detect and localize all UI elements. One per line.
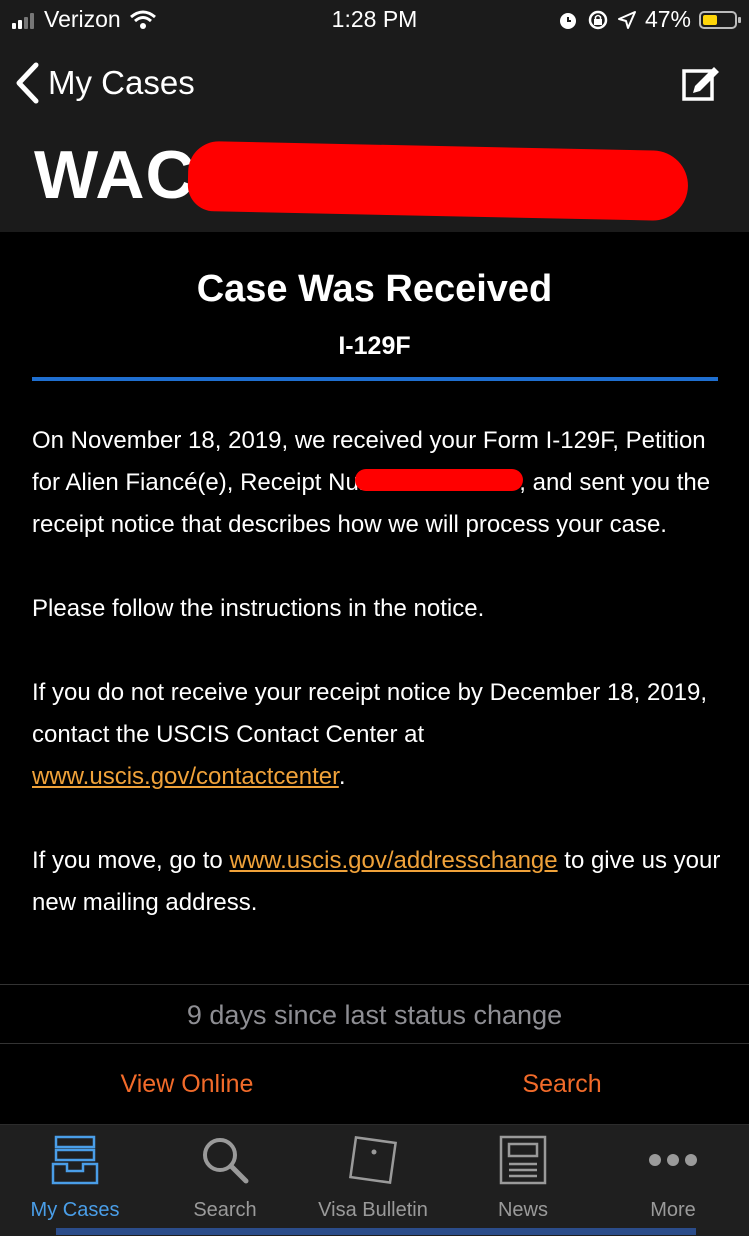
redaction-mark	[355, 468, 524, 491]
tab-label: My Cases	[30, 1199, 120, 1221]
back-button[interactable]: My Cases	[14, 62, 195, 104]
description-paragraph: If you move, go to www.uscis.gov/address…	[32, 840, 722, 924]
title-divider	[32, 377, 718, 381]
back-button-label: My Cases	[48, 64, 195, 101]
alarm-icon	[559, 12, 576, 29]
description-text: .	[338, 763, 346, 790]
edit-button[interactable]	[681, 64, 721, 107]
newspaper-icon	[499, 1135, 547, 1185]
description-text: If you move, go to	[32, 847, 230, 874]
status-right: 47%	[557, 6, 741, 33]
status-bar: Verizon 1:28 PM 47%	[0, 0, 749, 42]
case-actions: View Online Search	[0, 1044, 749, 1124]
tab-label: News	[497, 1199, 548, 1221]
tab-label: Search	[193, 1199, 257, 1221]
location-arrow-icon	[617, 10, 636, 29]
tab-search[interactable]: Search	[150, 1125, 300, 1230]
rotation-lock-icon	[588, 10, 608, 29]
tab-label: Visa Bulletin	[318, 1199, 428, 1221]
description-paragraph: If you do not receive your receipt notic…	[32, 672, 722, 798]
form-type: I-129F	[338, 332, 411, 360]
description-text: If you do not receive your receipt notic…	[32, 679, 708, 748]
description-paragraph: Please follow the instructions in the no…	[32, 595, 485, 622]
tab-my-cases[interactable]: My Cases	[0, 1125, 150, 1230]
search-button[interactable]: Search	[462, 1070, 662, 1099]
description-paragraph: On November 18, 2019, we received your F…	[32, 420, 722, 546]
redaction-mark	[187, 140, 689, 222]
inbox-tray-icon	[51, 1135, 99, 1185]
battery-percent: 47%	[644, 6, 691, 32]
tab-label: More	[650, 1199, 696, 1221]
compose-icon	[682, 67, 719, 101]
case-description: On November 18, 2019, we received your F…	[32, 420, 722, 966]
tab-news[interactable]: News	[448, 1125, 598, 1230]
case-status-title: Case Was Received	[196, 268, 553, 310]
ellipsis-icon	[649, 1154, 697, 1166]
days-since-status-change: 9 days since last status change	[186, 1000, 563, 1030]
contact-center-link[interactable]: www.uscis.gov/contactcenter	[32, 763, 339, 790]
tab-bar: My Cases Search Visa Bulletin News More	[0, 1124, 749, 1236]
note-pin-icon	[348, 1135, 398, 1185]
tab-more[interactable]: More	[598, 1125, 748, 1230]
navigation-bar: My Cases WAC	[0, 42, 749, 232]
receipt-number: WAC	[34, 137, 196, 213]
address-change-link[interactable]: www.uscis.gov/addresschange	[229, 847, 557, 874]
ad-banner-strip[interactable]	[56, 1228, 696, 1235]
magnifier-icon	[203, 1138, 249, 1184]
chevron-left-icon	[16, 62, 39, 104]
tab-visa-bulletin[interactable]: Visa Bulletin	[298, 1125, 448, 1230]
view-online-button[interactable]: View Online	[87, 1070, 287, 1099]
battery-icon	[699, 10, 741, 29]
